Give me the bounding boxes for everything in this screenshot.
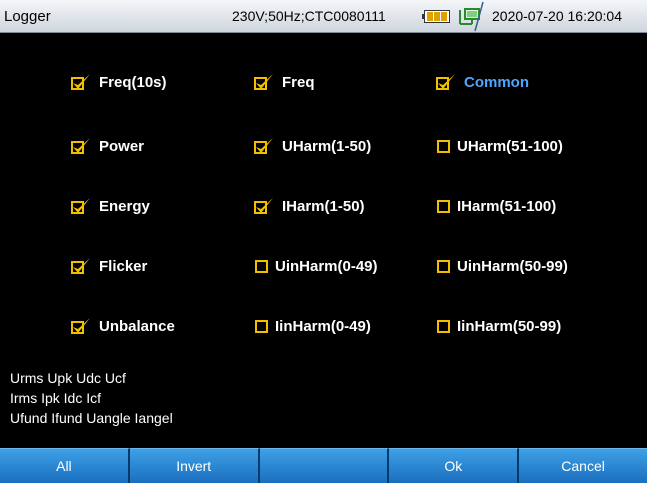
empty-softkey[interactable] <box>259 448 390 483</box>
checkbox-checked[interactable] <box>253 72 275 92</box>
checkmark-icon <box>256 198 273 213</box>
checkbox-checked[interactable] <box>435 72 457 92</box>
checkmark-icon <box>73 138 90 153</box>
info-lines: Urms Upk Udc Ucf Irms Ipk Idc Icf Ufund … <box>10 368 173 428</box>
checkbox-unchecked[interactable] <box>437 139 450 153</box>
checkbox-item[interactable]: Freq(10s) <box>70 67 167 97</box>
checkbox-item[interactable]: UinHarm(50-99) <box>435 251 568 281</box>
info-line: Ufund Ifund Uangle Iangel <box>10 410 173 426</box>
checkbox-label: Common <box>464 73 529 91</box>
checkbox-checked[interactable] <box>70 256 92 276</box>
divider-slash <box>474 1 484 32</box>
checkbox-unchecked[interactable] <box>255 259 268 273</box>
status-info: 230V;50Hz;CTC0080111 <box>232 8 386 24</box>
checkbox-item[interactable]: Energy <box>70 191 150 221</box>
checkbox-label: Freq <box>282 73 315 91</box>
checkmark-icon <box>438 74 455 89</box>
checkbox-item[interactable]: Common <box>435 67 529 97</box>
checkmark-icon <box>73 74 90 89</box>
checkbox-unchecked[interactable] <box>255 319 268 333</box>
checkbox-label: IHarm(1-50) <box>282 197 365 215</box>
battery-icon <box>422 10 450 23</box>
checkbox-label: IinHarm(0-49) <box>275 317 371 335</box>
checkbox-item[interactable]: IHarm(51-100) <box>435 191 556 221</box>
checkbox-label: UinHarm(0-49) <box>275 257 378 275</box>
checkbox-label: UHarm(1-50) <box>282 137 372 155</box>
checkbox-item[interactable]: Freq <box>253 67 315 97</box>
checkmark-icon <box>256 138 273 153</box>
checkmark-icon <box>73 258 90 273</box>
checkbox-label: Unbalance <box>99 317 175 335</box>
invert-button[interactable]: Invert <box>129 448 260 483</box>
checkmark-icon <box>73 198 90 213</box>
checkbox-label: Freq(10s) <box>99 73 167 91</box>
checkbox-item[interactable]: UHarm(1-50) <box>253 131 371 161</box>
checkbox-label: UinHarm(50-99) <box>457 257 568 275</box>
datetime: 2020-07-20 16:20:04 <box>492 8 622 24</box>
checkbox-label: IinHarm(50-99) <box>457 317 562 335</box>
checkbox-checked[interactable] <box>70 196 92 216</box>
checkbox-item[interactable]: UinHarm(0-49) <box>253 251 378 281</box>
checkbox-label: UHarm(51-100) <box>457 137 563 155</box>
softkey-bar: All Invert Ok Cancel <box>0 448 647 483</box>
checkbox-checked[interactable] <box>70 136 92 156</box>
checkbox-item[interactable]: Unbalance <box>70 311 175 341</box>
checkbox-checked[interactable] <box>70 316 92 336</box>
checkbox-label: Energy <box>99 197 150 215</box>
info-line: Irms Ipk Idc Icf <box>10 390 102 406</box>
info-line: Urms Upk Udc Ucf <box>10 370 126 386</box>
all-button[interactable]: All <box>0 448 130 483</box>
ok-button[interactable]: Ok <box>389 448 520 483</box>
checkbox-item[interactable]: Flicker <box>70 251 147 281</box>
checkbox-item[interactable]: IinHarm(50-99) <box>435 311 561 341</box>
title-bar: Logger 230V;50Hz;CTC0080111 2020-07-20 1… <box>0 0 647 33</box>
checkbox-item[interactable]: IinHarm(0-49) <box>253 311 371 341</box>
checkmark-icon <box>256 74 273 89</box>
checkbox-item[interactable]: UHarm(51-100) <box>435 131 563 161</box>
checkbox-checked[interactable] <box>70 72 92 92</box>
cancel-button[interactable]: Cancel <box>519 448 647 483</box>
checkbox-unchecked[interactable] <box>437 199 450 213</box>
window-title: Logger <box>4 8 51 25</box>
checkbox-checked[interactable] <box>253 196 275 216</box>
checkbox-item[interactable]: Power <box>70 131 144 161</box>
checkbox-unchecked[interactable] <box>437 319 450 333</box>
checkbox-label: IHarm(51-100) <box>457 197 557 215</box>
checkbox-label: Power <box>99 137 145 155</box>
checkbox-item[interactable]: IHarm(1-50) <box>253 191 365 221</box>
checkbox-label: Flicker <box>99 257 148 275</box>
checkmark-icon <box>73 318 90 333</box>
checkbox-checked[interactable] <box>253 136 275 156</box>
checkbox-unchecked[interactable] <box>437 259 450 273</box>
